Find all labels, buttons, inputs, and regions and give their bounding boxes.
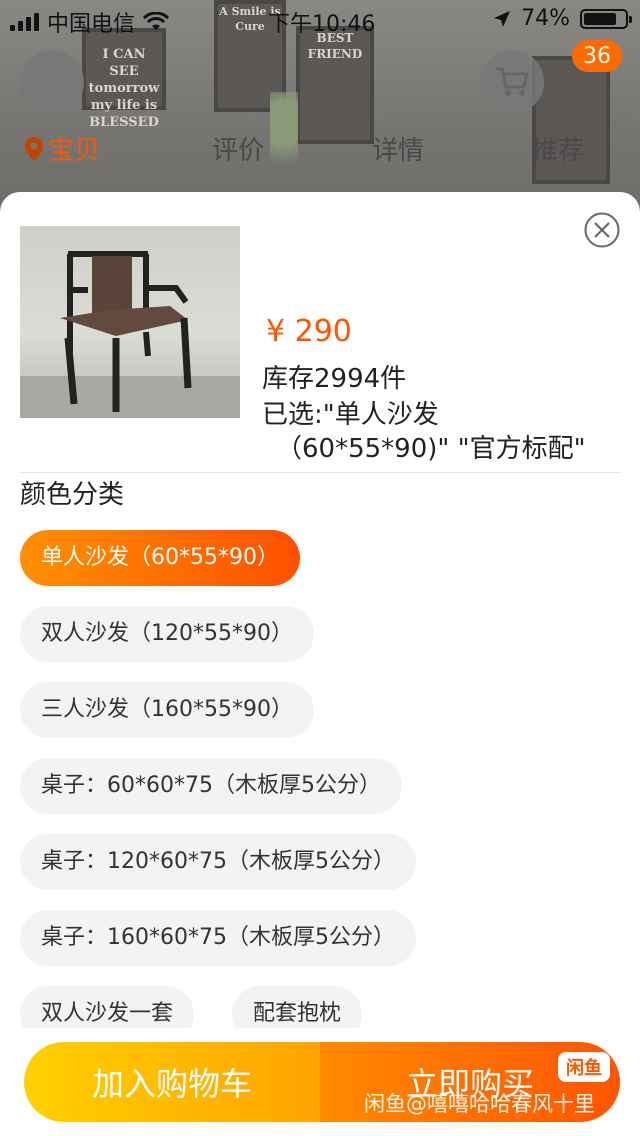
cart-count-badge: 36 [572, 40, 622, 72]
close-icon [584, 212, 620, 248]
sku-option[interactable]: 桌子：60*60*75（木板厚5公分） [20, 758, 402, 814]
frame-text: I CAN SEE tomorrow my life is BLESSED [88, 47, 160, 130]
selected-line: 已选:"单人沙发 [262, 400, 439, 430]
clock: 下午10:46 [268, 12, 376, 37]
tab-reviews[interactable]: 评价 [212, 130, 264, 167]
chair-image [20, 251, 240, 418]
page-tabs: 宝贝 评价 详情 推荐 [0, 130, 640, 174]
sku-option[interactable]: 双人沙发一套 [20, 986, 195, 1028]
price: ¥ 290 [266, 314, 352, 349]
battery-percent: 74% [521, 6, 570, 31]
add-to-cart-button[interactable]: 加入购物车 [24, 1042, 320, 1122]
selected-summary: 已选:"单人沙发 （60*55*90)" "官方标配" [262, 398, 622, 466]
sku-option[interactable]: 桌子：120*60*75（木板厚5公分） [20, 834, 416, 890]
divider [20, 472, 620, 473]
selected-line: （60*55*90)" "官方标配" [276, 434, 586, 464]
chevron-left-icon [41, 64, 62, 100]
tab-recommend[interactable]: 推荐 [532, 130, 584, 167]
sku-option[interactable]: 配套抱枕 [232, 986, 363, 1028]
shopping-cart-icon [496, 67, 529, 96]
wall-frame: BEST FRIEND [296, 26, 374, 144]
tab-details[interactable]: 详情 [372, 130, 424, 167]
status-bar: 中国电信 下午10:46 74% [0, 0, 640, 40]
wifi-icon [143, 12, 170, 30]
close-button[interactable] [584, 212, 620, 248]
section-title-color: 颜色分类 [20, 480, 125, 510]
carrier-group: 中国电信 [10, 6, 170, 38]
watermark-text: 闲鱼@嘻嘻哈哈春风十里 [364, 1092, 595, 1116]
sku-option[interactable]: 三人沙发（160*55*90） [20, 682, 314, 738]
sku-options: 单人沙发（60*55*90） 双人沙发（120*55*90） 三人沙发（160*… [20, 530, 630, 1028]
status-right: 74% [493, 6, 632, 31]
cart-button[interactable] [480, 50, 544, 114]
sku-option[interactable]: 双人沙发（120*55*90） [20, 606, 314, 662]
sku-option[interactable]: 桌子：160*60*75（木板厚5公分） [20, 910, 416, 966]
location-arrow-icon [494, 10, 511, 27]
xianyu-logo: 闲鱼 [558, 1052, 610, 1082]
location-pin-icon [25, 136, 43, 161]
tab-item-label: 宝贝 [48, 136, 101, 166]
tab-item[interactable]: 宝贝 [24, 130, 100, 167]
product-thumbnail[interactable] [20, 226, 240, 418]
sku-option-selected[interactable]: 单人沙发（60*55*90） [20, 530, 300, 586]
stock-count: 库存2994件 [262, 364, 407, 394]
wall-frame: I CAN SEE tomorrow my life is BLESSED [82, 28, 166, 130]
carrier-name: 中国电信 [47, 12, 136, 37]
back-button[interactable] [20, 50, 84, 114]
signal-icon [10, 13, 39, 31]
battery-icon [580, 8, 632, 29]
